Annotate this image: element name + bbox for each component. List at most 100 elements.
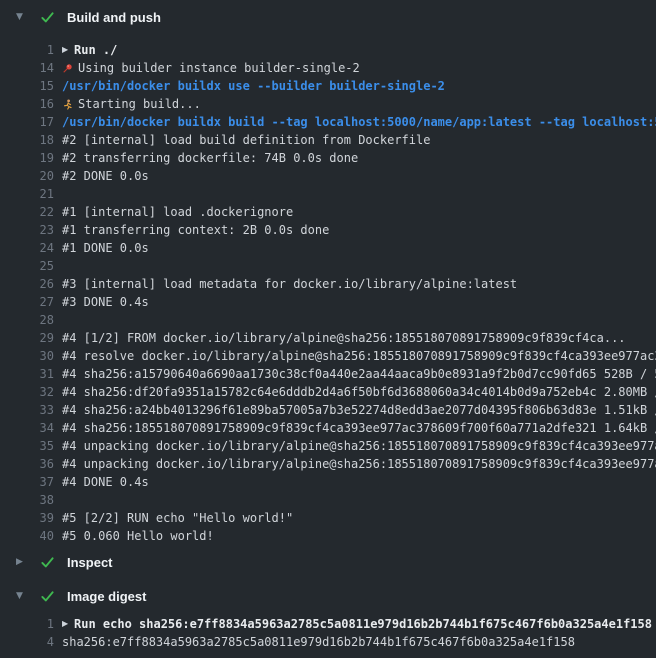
log-text: /usr/bin/docker buildx use --builder bui… — [62, 79, 656, 93]
log-line: 17 /usr/bin/docker buildx build --tag lo… — [0, 113, 656, 131]
log-block-build-and-push: 1 ▶ Run ./ 14 Using builder instance bui… — [0, 34, 656, 545]
log-text: #5 [2/2] RUN echo "Hello world!" — [62, 511, 656, 525]
line-number[interactable]: 35 — [0, 439, 54, 453]
line-number[interactable]: 29 — [0, 331, 54, 345]
log-text: #4 DONE 0.4s — [62, 475, 656, 489]
line-number[interactable]: 19 — [0, 151, 54, 165]
line-number[interactable]: 38 — [0, 493, 54, 507]
log-line: 1 ▶ Run ./ — [0, 41, 656, 59]
line-number[interactable]: 39 — [0, 511, 54, 525]
log-block-image-digest: 1 ▶ Run echo sha256:e7ff8834a5963a2785c5… — [0, 613, 656, 651]
line-number[interactable]: 28 — [0, 313, 54, 327]
runner-icon — [62, 98, 73, 111]
line-number[interactable]: 1 — [0, 617, 54, 631]
line-number[interactable]: 40 — [0, 529, 54, 543]
section-title: Build and push — [67, 10, 161, 25]
line-number[interactable]: 16 — [0, 97, 54, 111]
log-text: #4 [1/2] FROM docker.io/library/alpine@s… — [62, 331, 656, 345]
line-number[interactable]: 25 — [0, 259, 54, 273]
line-number[interactable]: 14 — [0, 61, 54, 75]
log-line: 1 ▶ Run echo sha256:e7ff8834a5963a2785c5… — [0, 615, 656, 633]
expand-step-icon[interactable]: ▶ — [62, 46, 74, 54]
log-text: Starting build... — [62, 97, 656, 111]
line-number[interactable]: 1 — [0, 43, 54, 57]
line-number[interactable]: 26 — [0, 277, 54, 291]
log-text: #4 sha256:185518070891758909c9f839cf4ca3… — [62, 421, 656, 435]
log-text: ▶ Run ./ — [62, 43, 656, 57]
log-text: #4 sha256:df20fa9351a15782c64e6dddb2d4a6… — [62, 385, 656, 399]
log-text: #4 resolve docker.io/library/alpine@sha2… — [62, 349, 656, 363]
expand-step-icon[interactable]: ▶ — [62, 620, 74, 628]
chevron-down-icon[interactable]: ▼ — [16, 592, 29, 601]
log-line: 21 — [0, 185, 656, 203]
log-line: 31 #4 sha256:a15790640a6690aa1730c38cf0a… — [0, 365, 656, 383]
section-title: Inspect — [67, 555, 113, 570]
line-number[interactable]: 32 — [0, 385, 54, 399]
log-line: 37 #4 DONE 0.4s — [0, 473, 656, 491]
log-line: 22 #1 [internal] load .dockerignore — [0, 203, 656, 221]
log-text: #2 transferring dockerfile: 74B 0.0s don… — [62, 151, 656, 165]
line-number[interactable]: 24 — [0, 241, 54, 255]
success-check-icon — [40, 589, 55, 604]
log-text: #4 sha256:a15790640a6690aa1730c38cf0a440… — [62, 367, 656, 381]
log-text: #4 unpacking docker.io/library/alpine@sh… — [62, 439, 656, 453]
log-line: 24 #1 DONE 0.0s — [0, 239, 656, 257]
actions-log-viewer: ▼ Build and push 1 ▶ Run ./ 14 Using bui… — [0, 0, 656, 651]
log-line: 33 #4 sha256:a24bb4013296f61e89ba57005a7… — [0, 401, 656, 419]
line-number[interactable]: 27 — [0, 295, 54, 309]
log-text: #2 DONE 0.0s — [62, 169, 656, 183]
log-line: 32 #4 sha256:df20fa9351a15782c64e6dddb2d… — [0, 383, 656, 401]
log-line: 25 — [0, 257, 656, 275]
line-number[interactable]: 20 — [0, 169, 54, 183]
line-number[interactable]: 17 — [0, 115, 54, 129]
log-line: 39 #5 [2/2] RUN echo "Hello world!" — [0, 509, 656, 527]
line-number[interactable]: 23 — [0, 223, 54, 237]
line-number[interactable]: 18 — [0, 133, 54, 147]
log-text: #1 DONE 0.0s — [62, 241, 656, 255]
log-text: #4 sha256:a24bb4013296f61e89ba57005a7b3e… — [62, 403, 656, 417]
line-number[interactable]: 22 — [0, 205, 54, 219]
pushpin-icon — [62, 62, 73, 75]
section-header-build-and-push[interactable]: ▼ Build and push — [0, 0, 656, 34]
log-line: 26 #3 [internal] load metadata for docke… — [0, 275, 656, 293]
line-number[interactable]: 37 — [0, 475, 54, 489]
log-line: 28 — [0, 311, 656, 329]
log-line: 29 #4 [1/2] FROM docker.io/library/alpin… — [0, 329, 656, 347]
line-number[interactable]: 31 — [0, 367, 54, 381]
line-number[interactable]: 15 — [0, 79, 54, 93]
section-title: Image digest — [67, 589, 146, 604]
log-line: 4 sha256:e7ff8834a5963a2785c5a0811e979d1… — [0, 633, 656, 651]
log-text: sha256:e7ff8834a5963a2785c5a0811e979d16b… — [62, 635, 656, 649]
chevron-down-icon[interactable]: ▼ — [16, 13, 29, 22]
section-header-image-digest[interactable]: ▼ Image digest — [0, 579, 656, 613]
chevron-right-icon[interactable]: ▶ — [16, 558, 29, 567]
log-text: ▶ Run echo sha256:e7ff8834a5963a2785c5a0… — [62, 617, 656, 631]
section-header-inspect[interactable]: ▶ Inspect — [0, 545, 656, 579]
line-number[interactable]: 33 — [0, 403, 54, 417]
log-line: 20 #2 DONE 0.0s — [0, 167, 656, 185]
log-text: #5 0.060 Hello world! — [62, 529, 656, 543]
log-text: #2 [internal] load build definition from… — [62, 133, 656, 147]
success-check-icon — [40, 555, 55, 570]
log-line: 27 #3 DONE 0.4s — [0, 293, 656, 311]
line-number[interactable]: 21 — [0, 187, 54, 201]
log-line: 38 — [0, 491, 656, 509]
line-number[interactable]: 30 — [0, 349, 54, 363]
log-line: 30 #4 resolve docker.io/library/alpine@s… — [0, 347, 656, 365]
log-line: 18 #2 [internal] load build definition f… — [0, 131, 656, 149]
line-number[interactable]: 34 — [0, 421, 54, 435]
log-line: 15 /usr/bin/docker buildx use --builder … — [0, 77, 656, 95]
log-text: #1 [internal] load .dockerignore — [62, 205, 656, 219]
line-number[interactable]: 4 — [0, 635, 54, 649]
log-line: 36 #4 unpacking docker.io/library/alpine… — [0, 455, 656, 473]
log-line: 16 Starting build... — [0, 95, 656, 113]
log-text: #3 DONE 0.4s — [62, 295, 656, 309]
line-number[interactable]: 36 — [0, 457, 54, 471]
log-line: 40 #5 0.060 Hello world! — [0, 527, 656, 545]
log-text: #1 transferring context: 2B 0.0s done — [62, 223, 656, 237]
log-line: 23 #1 transferring context: 2B 0.0s done — [0, 221, 656, 239]
log-text: #3 [internal] load metadata for docker.i… — [62, 277, 656, 291]
log-line: 14 Using builder instance builder-single… — [0, 59, 656, 77]
log-text: #4 unpacking docker.io/library/alpine@sh… — [62, 457, 656, 471]
log-line: 35 #4 unpacking docker.io/library/alpine… — [0, 437, 656, 455]
